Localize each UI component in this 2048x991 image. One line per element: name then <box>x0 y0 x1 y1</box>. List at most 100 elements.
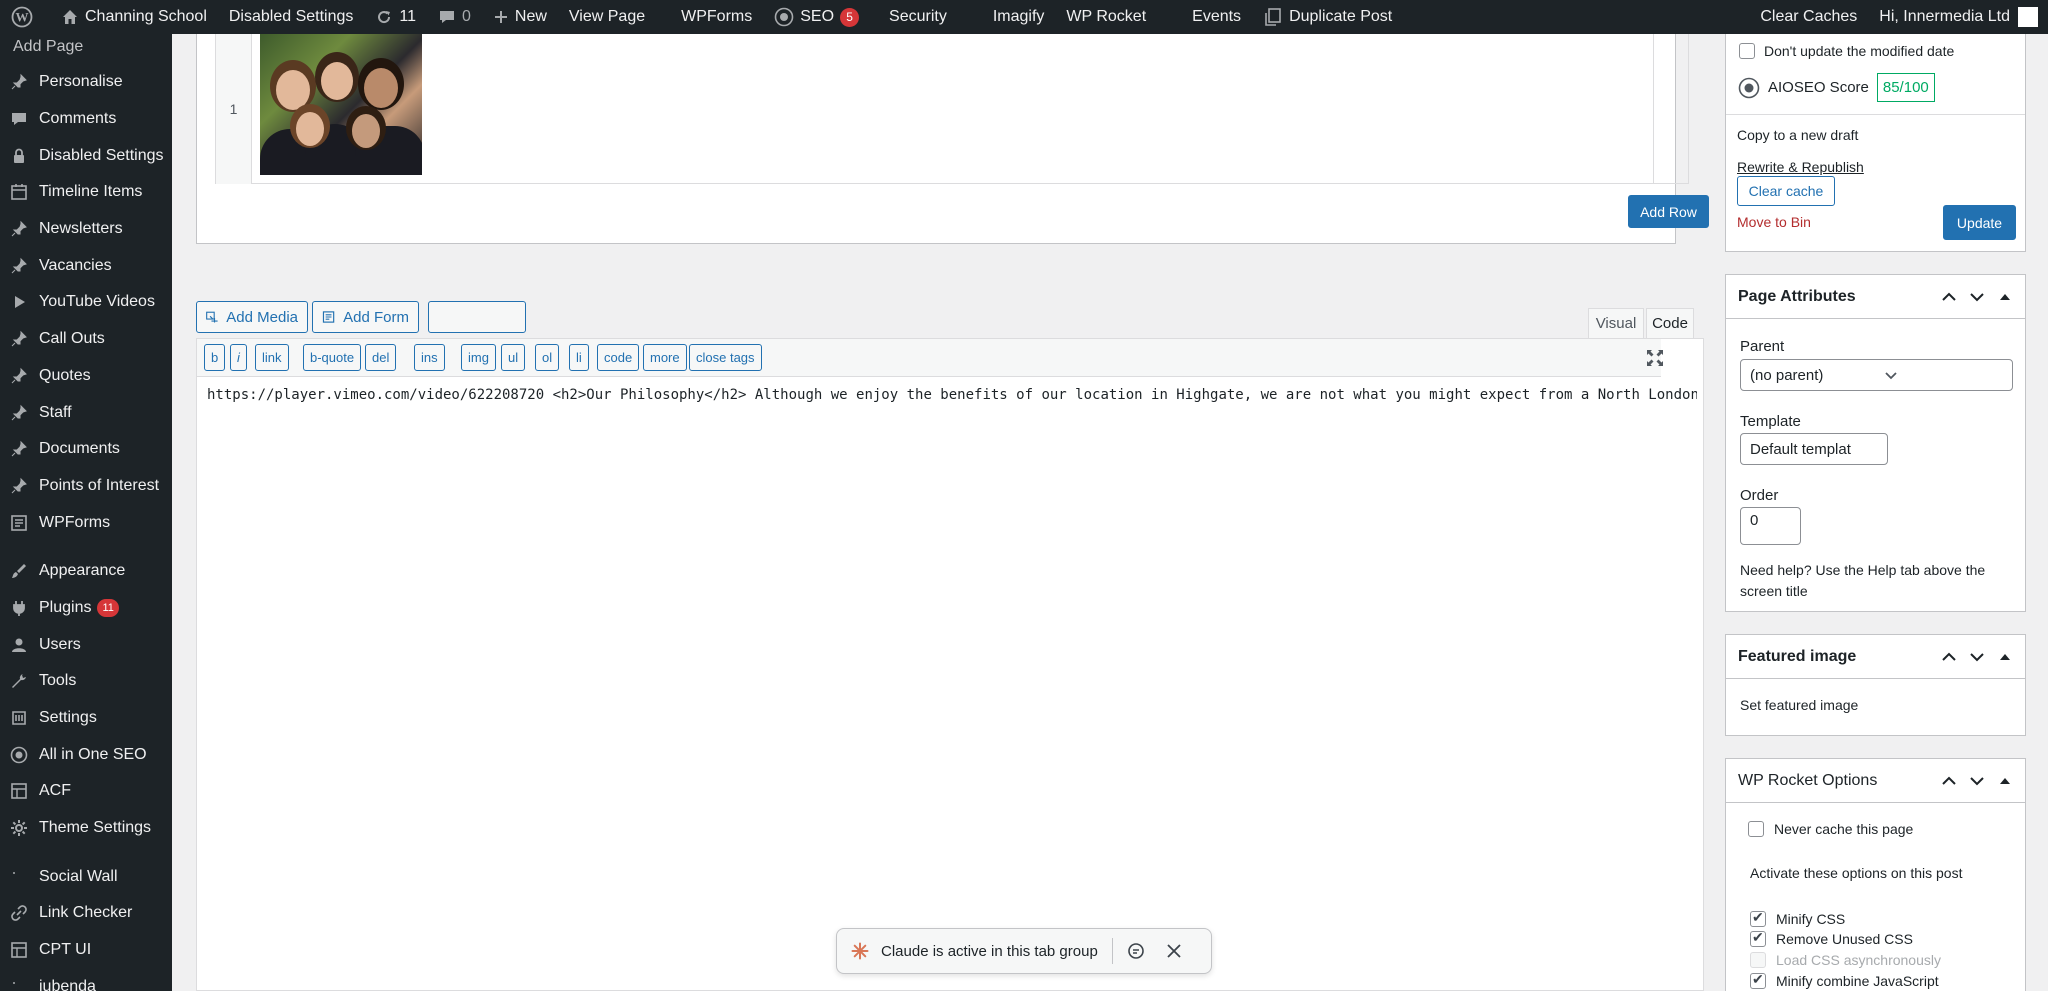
code-editor-textarea[interactable]: https://player.vimeo.com/video/622208720… <box>207 387 1697 403</box>
wordpress-logo-icon[interactable]: W <box>0 0 50 34</box>
sidebar-item-label: Tools <box>39 672 77 690</box>
sidebar-item-cpt-ui[interactable]: CPT UI <box>0 932 172 969</box>
qt-button-link[interactable]: link <box>255 344 289 371</box>
collapse-toggle-icon[interactable] <box>1991 653 2019 661</box>
sidebar-item-all-in-one-seo[interactable]: All in One SEO <box>0 736 172 773</box>
sidebar-item-tools[interactable]: Tools <box>0 663 172 700</box>
chat-icon[interactable] <box>1127 942 1145 960</box>
sidebar-item-appearance[interactable]: Appearance <box>0 553 172 590</box>
move-up-icon[interactable] <box>1935 776 1963 786</box>
sidebar-item-comments[interactable]: Comments <box>0 101 172 138</box>
sidebar-item-quotes[interactable]: Quotes <box>0 358 172 395</box>
qt-button-b[interactable]: b <box>204 344 226 371</box>
seo-link[interactable]: SEO 5 <box>763 0 870 34</box>
sidebar-item-acf[interactable]: ACF <box>0 773 172 810</box>
rocket-option-row[interactable]: Minify combine JavaScript <box>1750 971 1939 989</box>
dont-update-modified-row[interactable]: Don't update the modified date <box>1739 43 1954 59</box>
collapse-toggle-icon[interactable] <box>1991 777 2019 785</box>
parent-value: (no parent) <box>1750 366 1824 384</box>
sidebar-item-documents[interactable]: Documents <box>0 431 172 468</box>
update-button[interactable]: Update <box>1943 205 2016 240</box>
add-row-button[interactable]: Add Row <box>1628 195 1709 228</box>
rocket-option-checkbox[interactable] <box>1750 909 1766 927</box>
rocket-option-checkbox[interactable] <box>1750 929 1766 947</box>
school-children-photo[interactable] <box>260 34 422 175</box>
sidebar-item-social-wall[interactable]: Social Wall <box>0 858 172 895</box>
template-select[interactable]: Default templat <box>1740 433 1888 465</box>
qt-button-img[interactable]: img <box>461 344 496 371</box>
rocket-option-checkbox[interactable] <box>1750 971 1766 989</box>
empty-media-button[interactable] <box>428 301 526 333</box>
qt-button-b-quote[interactable]: b-quote <box>303 344 362 371</box>
wpforms-link[interactable]: WPForms <box>670 0 763 34</box>
sidebar-item-users[interactable]: Users <box>0 626 172 663</box>
rocket-option-row[interactable]: Remove Unused CSS <box>1750 929 1913 947</box>
sidebar-item-theme-settings[interactable]: Theme Settings <box>0 810 172 847</box>
move-down-icon[interactable] <box>1963 776 1991 786</box>
sidebar-item-label: Points of Interest <box>39 476 160 494</box>
qt-button-ul[interactable]: ul <box>501 344 526 371</box>
sidebar-item-plugins[interactable]: Plugins 11 <box>0 590 172 627</box>
duplicate-post-link[interactable]: Duplicate Post <box>1252 0 1403 34</box>
events-link[interactable]: Events <box>1181 0 1252 34</box>
dont-update-checkbox[interactable] <box>1739 43 1755 59</box>
sidebar-item-timeline-items[interactable]: Timeline Items <box>0 174 172 211</box>
tab-code[interactable]: Code <box>1646 308 1694 338</box>
collapse-toggle-icon[interactable] <box>1991 293 2019 301</box>
sidebar-item-link-checker[interactable]: Link Checker <box>0 895 172 932</box>
qt-button-ins[interactable]: ins <box>414 344 445 371</box>
sidebar-item-settings[interactable]: Settings <box>0 700 172 737</box>
sidebar-submenu-add-page[interactable]: Add Page <box>0 34 172 64</box>
move-to-bin-link[interactable]: Move to Bin <box>1737 214 1811 230</box>
move-down-icon[interactable] <box>1963 292 1991 302</box>
fullscreen-icon[interactable] <box>1645 348 1665 368</box>
rocket-option-row[interactable]: Minify CSS <box>1750 909 1845 927</box>
aioseo-score-badge[interactable]: 85/100 <box>1876 73 1935 102</box>
sidebar-item-vacancies[interactable]: Vacancies <box>0 247 172 284</box>
sidebar-item-wpforms[interactable]: WPForms <box>0 504 172 541</box>
set-featured-image-link[interactable]: Set featured image <box>1740 697 1858 713</box>
qt-button-close-tags[interactable]: close tags <box>689 344 762 371</box>
qt-button-i[interactable]: i <box>230 344 247 371</box>
new-content-link[interactable]: New <box>482 0 558 34</box>
order-input[interactable]: 0 <box>1740 507 1801 545</box>
close-icon[interactable] <box>1167 944 1181 958</box>
clear-caches-link[interactable]: Clear Caches <box>1749 0 1868 34</box>
sidebar-item-newsletters[interactable]: Newsletters <box>0 211 172 248</box>
site-name-link[interactable]: Channing School <box>50 0 218 34</box>
sidebar-item-youtube-videos[interactable]: YouTube Videos <box>0 284 172 321</box>
qt-button-del[interactable]: del <box>365 344 397 371</box>
sidebar-item-iubenda[interactable]: iubenda <box>0 969 172 991</box>
updates-link[interactable]: 11 <box>364 0 427 34</box>
disabled-settings-link[interactable]: Disabled Settings <box>218 0 365 34</box>
sidebar-item-personalise[interactable]: Personalise <box>0 64 172 101</box>
security-link[interactable]: Security <box>878 0 958 34</box>
qt-button-ol[interactable]: ol <box>535 344 560 371</box>
imagify-link[interactable]: Imagify <box>982 0 1056 34</box>
qt-button-li[interactable]: li <box>569 344 589 371</box>
move-up-icon[interactable] <box>1935 292 1963 302</box>
add-media-button[interactable]: Add Media <box>196 301 308 333</box>
sidebar-item-disabled-settings[interactable]: Disabled Settings <box>0 137 172 174</box>
rewrite-republish-link[interactable]: Rewrite & Republish <box>1737 159 1864 175</box>
tab-visual[interactable]: Visual <box>1588 308 1644 338</box>
dot-icon <box>8 976 30 991</box>
clear-cache-button[interactable]: Clear cache <box>1737 176 1835 206</box>
comments-link[interactable]: 0 <box>427 0 482 34</box>
sidebar-item-call-outs[interactable]: Call Outs <box>0 321 172 358</box>
qt-button-code[interactable]: code <box>597 344 640 371</box>
add-form-button[interactable]: Add Form <box>312 301 419 333</box>
view-page-link[interactable]: View Page <box>558 0 656 34</box>
copy-to-draft-link[interactable]: Copy to a new draft <box>1737 127 1858 143</box>
my-account-link[interactable]: Hi, Innermedia Ltd <box>1868 0 2048 34</box>
wp-rocket-link[interactable]: WP Rocket <box>1055 0 1157 34</box>
sidebar-item-label: Documents <box>39 440 120 458</box>
never-cache-checkbox[interactable] <box>1748 821 1764 837</box>
move-down-icon[interactable] <box>1963 652 1991 662</box>
parent-select[interactable]: (no parent) <box>1740 359 2013 391</box>
sidebar-item-staff[interactable]: Staff <box>0 394 172 431</box>
qt-button-more[interactable]: more <box>643 344 687 371</box>
never-cache-row[interactable]: Never cache this page <box>1748 821 1913 837</box>
move-up-icon[interactable] <box>1935 652 1963 662</box>
sidebar-item-points-of-interest[interactable]: Points of Interest <box>0 468 172 505</box>
